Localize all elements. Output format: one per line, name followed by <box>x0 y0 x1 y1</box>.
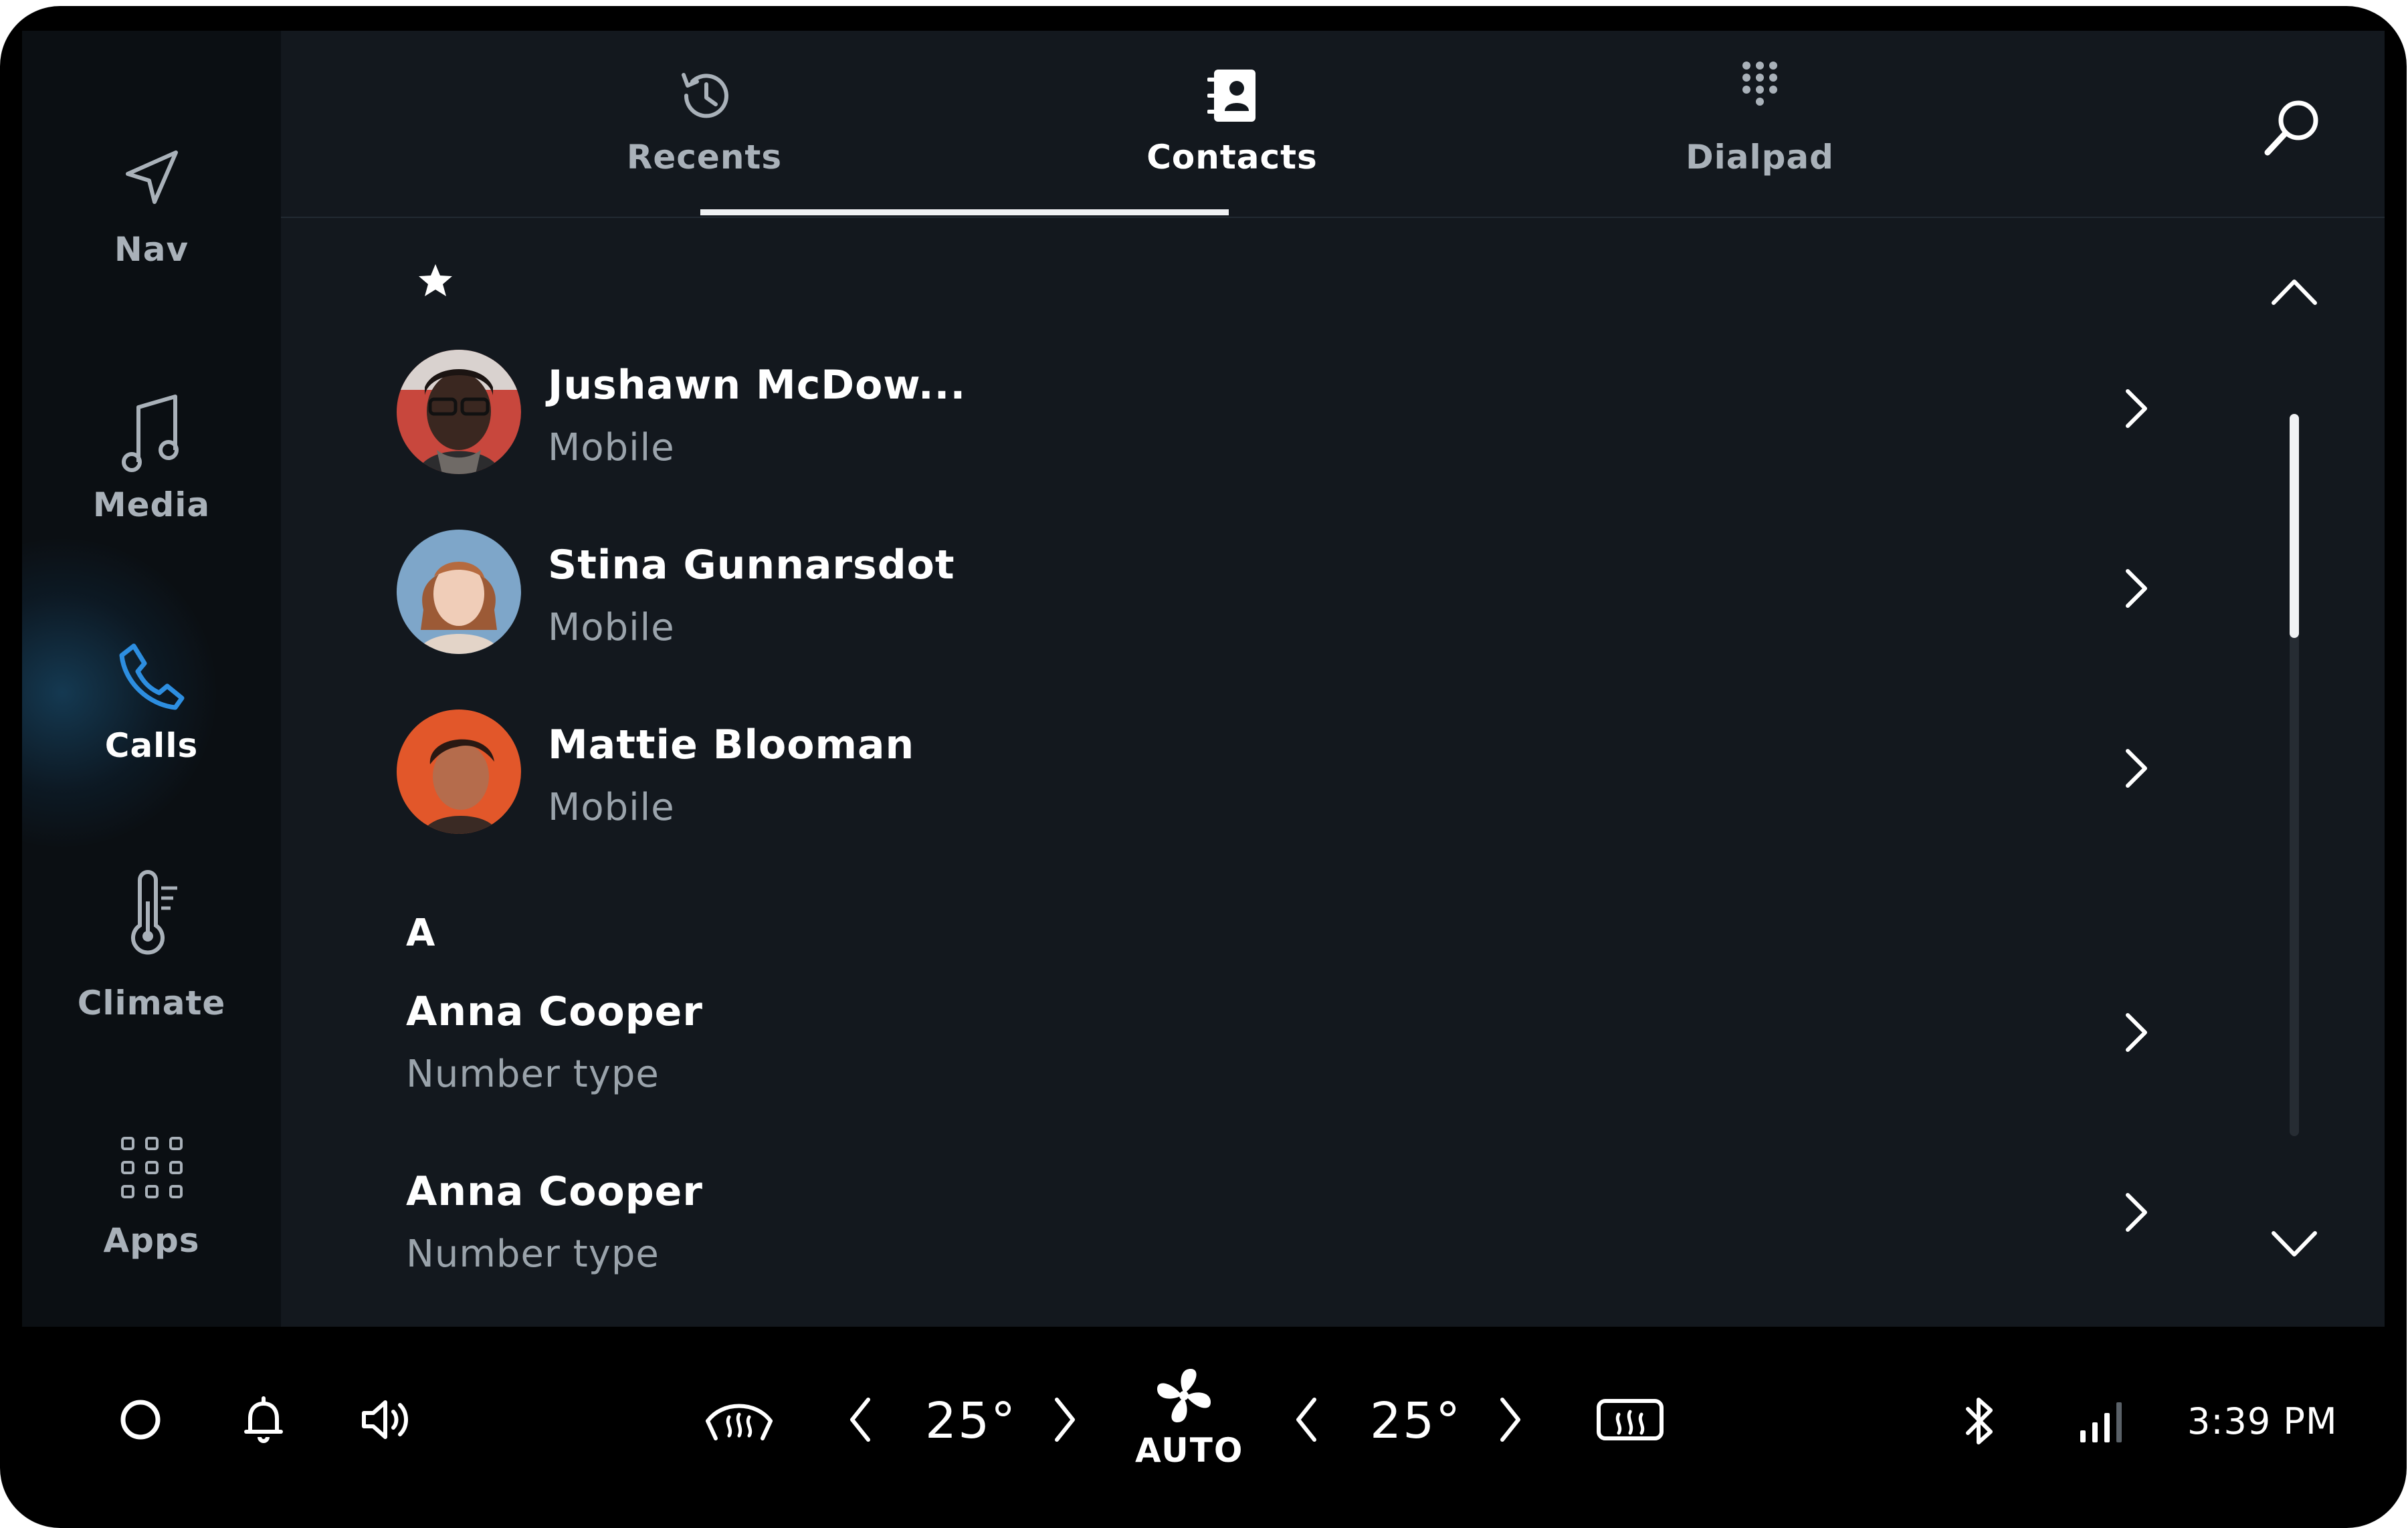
search-button[interactable] <box>2251 90 2332 170</box>
history-icon <box>682 73 728 118</box>
fan-mode-label[interactable]: AUTO <box>1135 1431 1242 1470</box>
temp-right-decrease-button[interactable] <box>1288 1394 1328 1445</box>
home-circle-icon[interactable] <box>115 1394 166 1445</box>
thermometer-icon <box>130 870 177 955</box>
tab-label: Dialpad <box>1686 138 1834 177</box>
favorite-contact-row[interactable]: Jushawn McDow... Mobile <box>397 335 2176 489</box>
contact-name: Anna Cooper <box>406 988 703 1035</box>
tab-label: Contacts <box>1146 138 1318 177</box>
contact-name: Mattie Blooman <box>548 722 915 768</box>
contact-number-type: Number type <box>406 1053 660 1096</box>
contact-number-type: Mobile <box>548 426 675 469</box>
tab-label: Recents <box>626 138 783 177</box>
scroll-down-button[interactable] <box>2264 1221 2324 1268</box>
contact-row[interactable]: Anna Cooper Number type <box>397 1167 2176 1321</box>
app-grid-icon <box>120 1137 183 1198</box>
tab-dialpad[interactable]: Dialpad <box>1496 31 2024 217</box>
contact-avatar <box>397 530 521 654</box>
dialpad-icon <box>1742 62 1777 106</box>
rail-item-calls[interactable]: Calls <box>22 613 281 813</box>
tab-contacts[interactable]: Contacts <box>968 31 1496 217</box>
volume-icon[interactable] <box>359 1394 416 1445</box>
temp-left-decrease-button[interactable] <box>841 1394 882 1445</box>
chevron-right-icon[interactable] <box>2109 382 2163 435</box>
contact-avatar <box>397 710 521 834</box>
section-header-letter: A <box>406 911 435 955</box>
rail-item-label: Climate <box>77 984 226 1022</box>
bluetooth-icon[interactable] <box>1960 1394 2000 1448</box>
navigation-arrow-icon <box>125 150 178 204</box>
tab-selection-indicator <box>700 209 1229 215</box>
contact-name: Anna Cooper <box>406 1168 703 1215</box>
tab-bar: Recents Contacts Dialpad <box>281 31 2385 218</box>
main-screen: Nav Media Calls Climate Apps Recents Con… <box>22 31 2385 1327</box>
music-note-icon <box>121 395 179 472</box>
favorite-contact-row[interactable]: Mattie Blooman Mobile <box>397 695 2176 849</box>
rear-defrost-icon[interactable] <box>1595 1394 1666 1445</box>
temp-right-increase-button[interactable] <box>1489 1394 1529 1445</box>
front-defrost-icon[interactable] <box>702 1394 776 1445</box>
signal-strength-icon <box>2080 1402 2122 1442</box>
chevron-right-icon[interactable] <box>2109 562 2163 615</box>
favorite-contact-row[interactable]: Stina Gunnarsdot Mobile <box>397 515 2176 669</box>
rail-item-label: Media <box>92 485 211 524</box>
contact-row[interactable]: Anna Cooper Number type <box>397 987 2176 1141</box>
contact-number-type: Number type <box>406 1232 660 1276</box>
star-icon <box>419 264 452 296</box>
scroll-up-button[interactable] <box>2264 268 2324 315</box>
contact-number-type: Mobile <box>548 786 675 829</box>
rail-item-label: Apps <box>103 1221 200 1260</box>
temp-left-increase-button[interactable] <box>1043 1394 1084 1445</box>
contact-avatar <box>397 350 521 474</box>
rail-item-nav[interactable]: Nav <box>22 118 281 318</box>
contact-number-type: Mobile <box>548 606 675 649</box>
chevron-right-icon[interactable] <box>2109 742 2163 795</box>
contacts-book-icon <box>1207 70 1256 122</box>
notification-bell-icon[interactable] <box>238 1394 289 1445</box>
scrollbar-thumb[interactable] <box>2290 414 2299 638</box>
contact-name: Stina Gunnarsdot <box>548 542 955 588</box>
contact-name: Jushawn McDow... <box>548 362 967 409</box>
chevron-right-icon[interactable] <box>2109 1006 2163 1059</box>
phone-icon <box>119 643 184 710</box>
device-frame: Nav Media Calls Climate Apps Recents Con… <box>0 6 2407 1528</box>
clock: 3:39 PM <box>2187 1400 2338 1442</box>
rail-item-media[interactable]: Media <box>22 365 281 566</box>
right-temperature: 25° <box>1370 1392 1462 1450</box>
fan-icon[interactable] <box>1152 1363 1216 1428</box>
rail-item-apps[interactable]: Apps <box>22 1114 281 1315</box>
search-icon <box>2264 100 2318 156</box>
tab-recents[interactable]: Recents <box>440 31 969 217</box>
left-temperature: 25° <box>925 1392 1017 1450</box>
rail-item-label: Nav <box>114 230 189 269</box>
chevron-right-icon[interactable] <box>2109 1186 2163 1239</box>
navigation-rail: Nav Media Calls Climate Apps <box>22 31 281 1327</box>
rail-item-label: Calls <box>104 726 199 765</box>
rail-item-climate[interactable]: Climate <box>22 860 281 1061</box>
